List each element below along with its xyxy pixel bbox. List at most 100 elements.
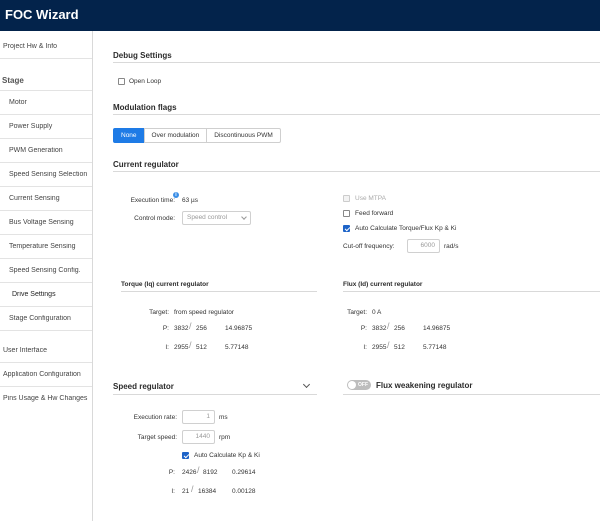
sidebar-divider bbox=[0, 386, 92, 387]
flux-p-value: 14.96875 bbox=[423, 325, 451, 332]
speed-i-numerator: 21 bbox=[182, 488, 190, 495]
main-content: Debug Settings Open Loop Modulation flag… bbox=[93, 31, 600, 521]
sidebar-divider bbox=[0, 186, 92, 187]
execution-time-label: Execution time: bbox=[130, 197, 175, 204]
torque-p-numerator: 3832 bbox=[174, 325, 189, 332]
sidebar-divider bbox=[0, 90, 92, 91]
sidebar-divider bbox=[0, 306, 92, 307]
sidebar-divider bbox=[0, 362, 92, 363]
speed-i-label: I: bbox=[171, 488, 175, 495]
torque-target-label: Target: bbox=[149, 309, 169, 316]
sidebar-divider bbox=[0, 282, 92, 283]
sidebar-item-temperature-sensing[interactable]: Temperature Sensing bbox=[9, 243, 101, 250]
execution-rate-unit: ms bbox=[219, 414, 228, 421]
torque-p-denominator: 256 bbox=[196, 325, 207, 332]
sidebar-item-bus-voltage-sensing[interactable]: Bus Voltage Sensing bbox=[9, 219, 101, 226]
cutoff-frequency-input[interactable]: 6000 bbox=[407, 239, 440, 253]
flux-i-numerator: 2955 bbox=[372, 344, 387, 351]
feed-forward-label: Feed forward bbox=[355, 210, 394, 217]
sidebar-item-current-sensing[interactable]: Current Sensing bbox=[9, 195, 101, 202]
sidebar-item-power-supply[interactable]: Power Supply bbox=[9, 123, 101, 130]
sidebar-divider bbox=[0, 114, 92, 115]
toggle-state-label: OFF bbox=[358, 381, 368, 388]
use-mtpa-label: Use MTPA bbox=[355, 195, 386, 202]
fraction-separator: / bbox=[189, 321, 192, 331]
section-divider bbox=[113, 114, 600, 115]
use-mtpa-checkbox[interactable] bbox=[343, 195, 350, 202]
modulation-flags-title: Modulation flags bbox=[113, 103, 177, 112]
flux-i-label: I: bbox=[363, 344, 367, 351]
sidebar-item-pwm-generation[interactable]: PWM Generation bbox=[9, 147, 101, 154]
flux-p-numerator: 3832 bbox=[372, 325, 387, 332]
auto-calc-speed-checkbox[interactable] bbox=[182, 452, 189, 459]
speed-i-value: 0.00128 bbox=[232, 488, 256, 495]
speed-p-value: 0.29614 bbox=[232, 469, 256, 476]
cutoff-frequency-label: Cut-off frequency: bbox=[343, 243, 395, 250]
execution-rate-label: Execution rate: bbox=[133, 414, 177, 421]
auto-calc-speed-label: Auto Calculate Kp & Ki bbox=[194, 452, 260, 459]
sidebar-divider bbox=[0, 258, 92, 259]
sidebar-item-application-configuration[interactable]: Application Configuration bbox=[3, 371, 95, 378]
sidebar-item-user-interface[interactable]: User Interface bbox=[3, 347, 95, 354]
flux-target-label: Target: bbox=[347, 309, 367, 316]
sidebar-item-drive-settings[interactable]: Drive Settings bbox=[12, 291, 104, 298]
app-title: FOC Wizard bbox=[5, 7, 79, 22]
section-divider bbox=[343, 394, 600, 395]
auto-calc-torque-flux-checkbox[interactable] bbox=[343, 225, 350, 232]
execution-rate-input[interactable]: 1 bbox=[182, 410, 215, 424]
flux-p-label: P: bbox=[360, 325, 367, 332]
open-loop-checkbox[interactable] bbox=[118, 78, 125, 85]
sidebar-divider bbox=[0, 330, 92, 331]
torque-target-value: from speed regulator bbox=[174, 309, 234, 316]
collapse-chevron-icon[interactable] bbox=[302, 380, 311, 389]
debug-settings-title: Debug Settings bbox=[113, 51, 172, 60]
fraction-separator: / bbox=[197, 465, 200, 475]
feed-forward-checkbox[interactable] bbox=[343, 210, 350, 217]
modulation-button-group: None Over modulation Discontinuous PWM bbox=[113, 128, 281, 143]
torque-p-value: 14.96875 bbox=[225, 325, 253, 332]
flux-i-value: 5.77148 bbox=[423, 344, 447, 351]
app-header: FOC Wizard bbox=[0, 0, 600, 31]
flux-weakening-toggle[interactable]: OFF bbox=[347, 380, 371, 390]
control-mode-select[interactable]: Speed control bbox=[182, 211, 251, 225]
section-divider bbox=[121, 291, 317, 292]
section-divider bbox=[343, 291, 600, 292]
speed-p-label: P: bbox=[168, 469, 175, 476]
target-speed-input[interactable]: 1440 bbox=[182, 430, 215, 444]
torque-regulator-title: Torque (Iq) current regulator bbox=[121, 281, 209, 288]
speed-i-denominator: 16384 bbox=[198, 488, 217, 495]
speed-p-numerator: 2426 bbox=[182, 469, 197, 476]
torque-i-label: I: bbox=[165, 344, 169, 351]
sidebar-divider bbox=[0, 210, 92, 211]
sidebar-item-stage-configuration[interactable]: Stage Configuration bbox=[9, 315, 101, 322]
sidebar-item-project-hw-info[interactable]: Project Hw & Info bbox=[3, 43, 95, 50]
info-icon[interactable]: i bbox=[173, 192, 179, 198]
sidebar-item-speed-sensing-config[interactable]: Speed Sensing Config. bbox=[9, 267, 101, 274]
speed-regulator-title: Speed regulator bbox=[113, 382, 174, 391]
torque-i-numerator: 2955 bbox=[174, 344, 189, 351]
fraction-separator: / bbox=[387, 321, 390, 331]
torque-p-label: P: bbox=[162, 325, 169, 332]
section-divider bbox=[113, 394, 317, 395]
flux-regulator-title: Flux (Id) current regulator bbox=[343, 281, 423, 288]
open-loop-label: Open Loop bbox=[129, 78, 162, 85]
execution-time-value: 63 µs bbox=[182, 197, 199, 204]
modulation-none-button[interactable]: None bbox=[113, 128, 145, 143]
section-divider bbox=[113, 62, 600, 63]
sidebar-item-speed-sensing-selection[interactable]: Speed Sensing Selection bbox=[9, 171, 101, 178]
target-speed-unit: rpm bbox=[219, 434, 231, 441]
sidebar-item-motor[interactable]: Motor bbox=[9, 99, 101, 106]
flux-weakening-title: Flux weakening regulator bbox=[376, 381, 473, 390]
target-speed-label: Target speed: bbox=[137, 434, 177, 441]
sidebar-item-pins-usage[interactable]: Pins Usage & Hw Changes bbox=[3, 395, 95, 402]
torque-i-denominator: 512 bbox=[196, 344, 207, 351]
flux-p-denominator: 256 bbox=[394, 325, 405, 332]
section-divider bbox=[113, 171, 600, 172]
auto-calc-torque-flux-label: Auto Calculate Torque/Flux Kp & Ki bbox=[355, 225, 457, 232]
modulation-over-modulation-button[interactable]: Over modulation bbox=[143, 128, 208, 143]
fraction-separator: / bbox=[189, 340, 192, 350]
fraction-separator: / bbox=[387, 340, 390, 350]
fraction-separator: / bbox=[191, 484, 194, 494]
modulation-discontinuous-pwm-button[interactable]: Discontinuous PWM bbox=[206, 128, 281, 143]
sidebar-group-stage: Stage bbox=[2, 76, 24, 85]
